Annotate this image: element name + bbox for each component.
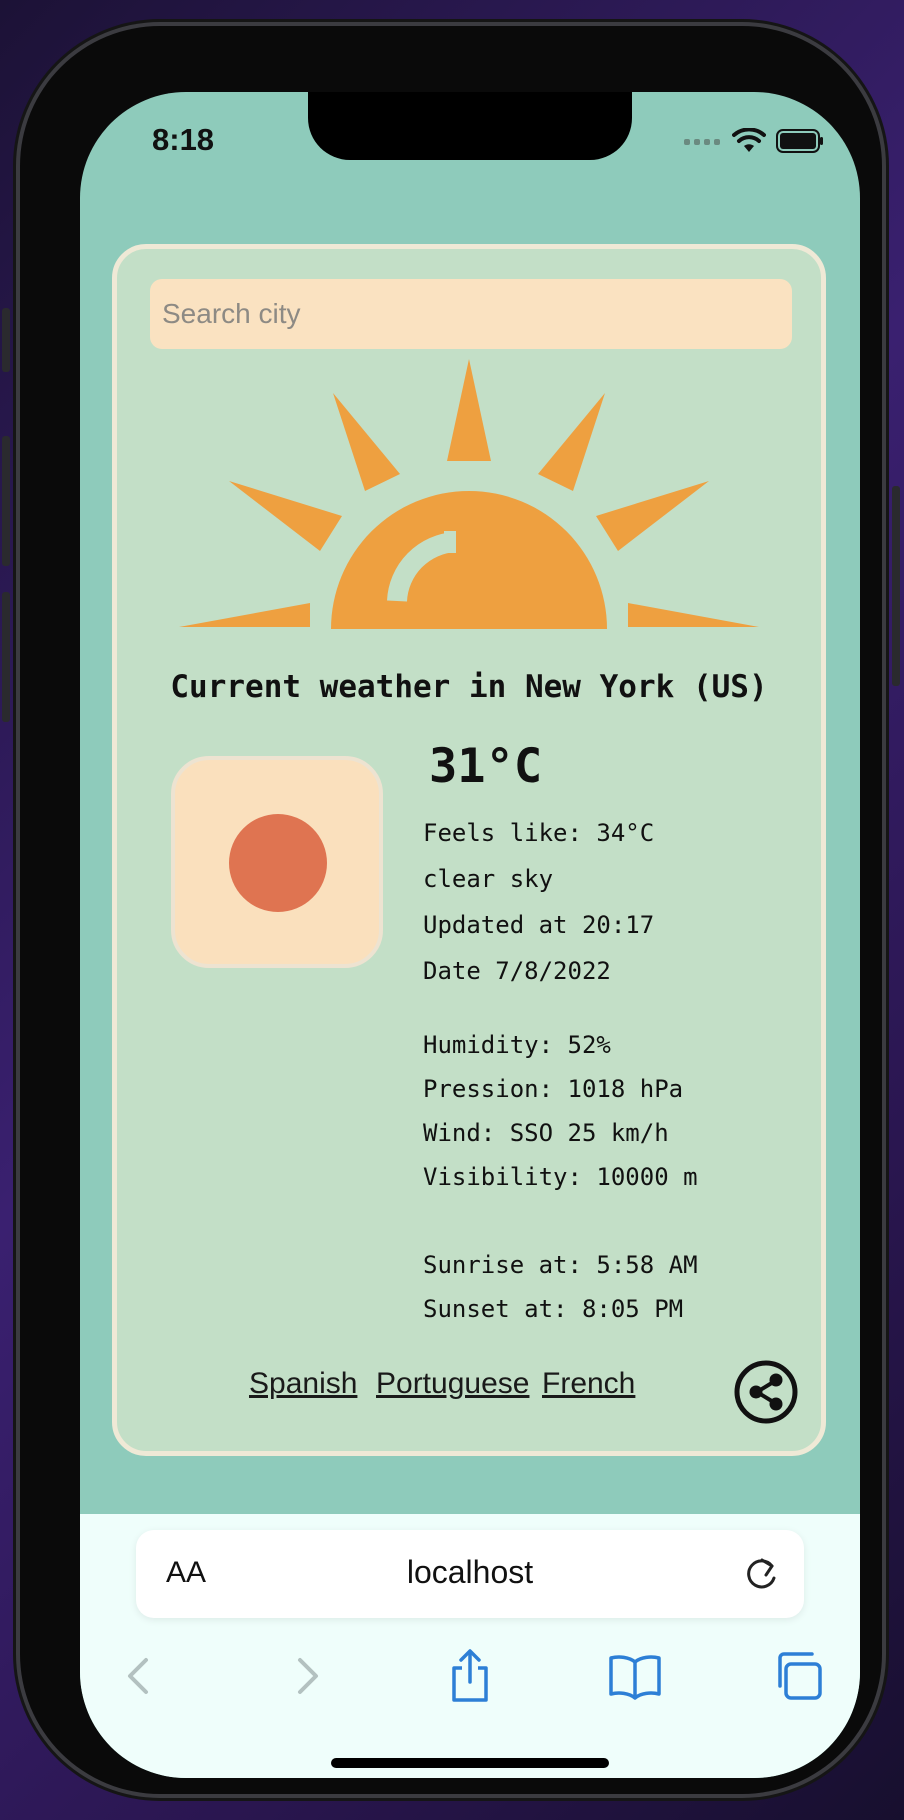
language-link-french[interactable]: French (542, 1367, 635, 1401)
address-bar[interactable]: AA localhost (136, 1530, 804, 1618)
language-link-portuguese[interactable]: Portuguese (376, 1367, 529, 1401)
url-text[interactable]: localhost (136, 1554, 804, 1591)
mute-switch (2, 308, 10, 372)
share-icon[interactable] (734, 1360, 798, 1424)
book-icon[interactable] (605, 1646, 665, 1706)
browser-toolbar: AA localhost (80, 1514, 860, 1778)
status-time: 8:18 (152, 122, 215, 157)
sunrise: Sunrise at: 5:58 AM (423, 1251, 698, 1279)
notch (308, 92, 632, 160)
weather-description: clear sky (423, 865, 554, 893)
volume-up-button (2, 436, 10, 566)
cellular-signal-icon (684, 139, 720, 145)
sun-icon (179, 359, 759, 629)
weather-condition-icon (171, 756, 383, 968)
power-button (892, 486, 900, 686)
share-sheet-icon[interactable] (440, 1646, 500, 1706)
visibility: Visibility: 10000 m (423, 1163, 698, 1191)
phone-screen: 8:18 Search city Current weather in New … (80, 92, 860, 1778)
humidity: Humidity: 52% (423, 1031, 611, 1059)
updated-time: Updated at 20:17 (423, 911, 655, 939)
home-indicator (331, 1758, 609, 1768)
battery-icon (776, 129, 823, 153)
reload-icon[interactable] (742, 1554, 780, 1594)
search-city-input[interactable] (150, 279, 792, 349)
chevron-right-icon[interactable] (276, 1646, 336, 1706)
weather-card: Current weather in New York (US) 31°C Fe… (112, 244, 826, 1456)
clear-sky-icon (229, 814, 327, 912)
wind: Wind: SSO 25 km/h (423, 1119, 669, 1147)
temperature: 31°C (429, 739, 543, 794)
weather-heading: Current weather in New York (US) (170, 669, 768, 705)
chevron-left-icon[interactable] (110, 1646, 170, 1706)
phone-frame: 8:18 Search city Current weather in New … (2, 26, 900, 1794)
weather-date: Date 7/8/2022 (423, 957, 611, 985)
pression: Pression: 1018 hPa (423, 1075, 684, 1103)
sunset: Sunset at: 8:05 PM (423, 1295, 684, 1323)
volume-down-button (2, 592, 10, 722)
tabs-icon[interactable] (770, 1646, 830, 1706)
wifi-icon (732, 128, 766, 152)
language-link-spanish[interactable]: Spanish (249, 1367, 357, 1401)
feels-like: Feels like: 34°C (423, 819, 655, 847)
status-icons (684, 128, 824, 154)
